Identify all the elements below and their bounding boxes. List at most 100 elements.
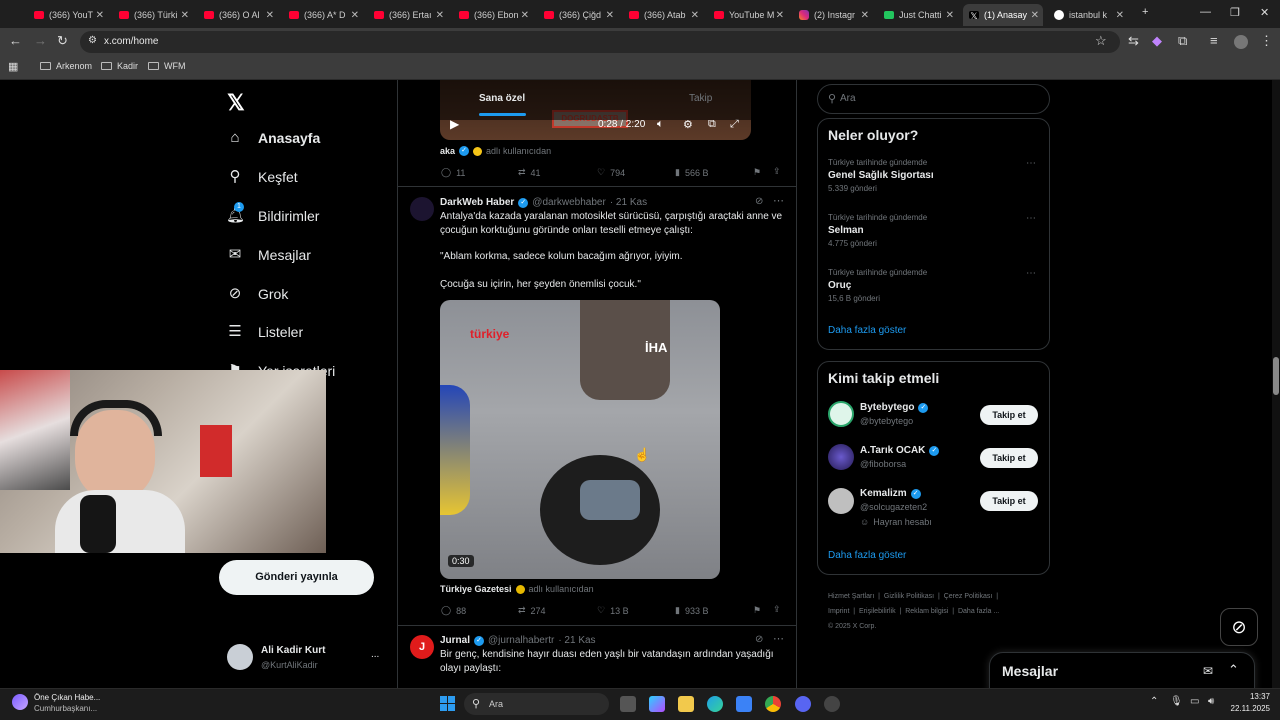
tray-overflow-icon[interactable]: ⌃ [1150,696,1158,707]
follow-name[interactable]: A.Tarık OCAK [860,445,925,456]
footer-link[interactable]: Hizmet Şartları [828,593,874,600]
apps-grid-icon[interactable]: ▦ [8,60,18,74]
sidebar-item-anasayfa[interactable]: ⌂ Anasayfa [226,129,320,147]
share-button[interactable]: ⇪ [773,604,781,615]
trend-more-icon[interactable]: ⋯ [1026,213,1036,224]
address-bar[interactable]: x.com/home [80,31,1120,53]
news-title[interactable]: Öne Çıkan Habe... [34,693,100,702]
browser-tab[interactable]: (366) O Al ✕ [198,4,278,26]
microphone-icon[interactable]: 🎙︎ [1170,696,1183,707]
follow-name[interactable]: Bytebytego [860,402,914,413]
browser-tab[interactable]: (366) Türki ✕ [113,4,193,26]
footer-link[interactable]: Imprint [828,608,849,615]
translate-icon[interactable]: ⇆ [1128,34,1139,48]
close-tab-icon[interactable]: ✕ [351,10,359,21]
bookmark-button[interactable]: ⚑ [753,605,761,616]
news-widget-icon[interactable] [12,694,28,710]
views-button[interactable]: ▮ 566 B [675,167,708,178]
views-button[interactable]: ▮ 933 B [675,605,708,616]
follow-show-more-link[interactable]: Daha fazla göster [828,550,906,561]
share-button[interactable]: ⇪ [773,166,781,177]
minimize-button[interactable]: — [1200,6,1211,18]
close-tab-icon[interactable]: ✕ [1031,10,1039,21]
clock-time[interactable]: 13:37 [1226,692,1270,701]
tweet-author-name[interactable]: DarkWeb Haber [440,197,514,208]
close-tab-icon[interactable]: ✕ [521,10,529,21]
tab-sana-ozel[interactable]: Sana özel [479,93,525,104]
x-logo-icon[interactable]: 𝕏 [227,90,245,116]
footer-link[interactable]: Erişilebilirlik [859,608,896,615]
reload-icon[interactable]: ↻ [57,34,68,48]
store-icon[interactable] [736,696,752,712]
browser-tab[interactable]: (366) Çiğd ✕ [538,4,618,26]
volume-icon[interactable]: 🔊︎ [1208,696,1214,707]
tweet-time[interactable]: · 21 Kas [610,197,647,208]
bookmark-folder-kadir[interactable]: Kadir [101,61,138,71]
task-view-icon[interactable] [620,696,636,712]
like-button[interactable]: ♡ 794 [597,167,625,178]
profile-avatar-icon[interactable] [1234,35,1248,49]
extensions-puzzle-icon[interactable]: ⧉ [1178,34,1187,48]
search-input[interactable]: ⚲ Ara [817,84,1050,114]
trend-more-icon[interactable]: ⋯ [1026,268,1036,279]
bookmark-star-icon[interactable]: ☆ [1095,34,1107,48]
account-more-button[interactable]: ... [371,649,379,660]
file-explorer-icon[interactable] [678,696,694,712]
grok-explain-icon[interactable]: ⊘ [755,196,763,207]
bookmark-button[interactable]: ⚑ [753,167,761,178]
repost-button[interactable]: ⇄ 41 [518,167,541,178]
browser-tab[interactable]: (366) A* D ✕ [283,4,363,26]
forward-icon[interactable]: → [34,34,47,48]
account-avatar[interactable] [227,644,253,670]
expand-icon[interactable]: ⌃ [1228,662,1239,678]
browser-menu-icon[interactable]: ⋮ [1260,34,1273,48]
close-tab-icon[interactable]: ✕ [776,10,784,21]
sidebar-item-grok[interactable]: ⊘ Grok [226,285,289,303]
browser-tab[interactable]: 𝕏 (1) Anasay ✕ [963,4,1043,26]
browser-tab[interactable]: (2) Instagr ✕ [793,4,873,26]
scrollbar-thumb[interactable] [1273,357,1279,395]
trend-item[interactable]: Türkiye tarihinde gündemde Oruç 15,6 B g… [828,268,927,303]
site-info-icon[interactable]: ⚙ [88,34,97,48]
footer-link[interactable]: Çerez Politikası [944,593,993,600]
tweet-more-icon[interactable]: ⋯ [773,632,784,645]
sidebar-item-kesfet[interactable]: ⚲ Keşfet [226,168,298,186]
bookmark-folder-arkenom[interactable]: Arkenom [40,61,92,71]
tweet-more-icon[interactable]: ⋯ [773,194,784,207]
tweet-avatar[interactable] [410,197,434,221]
browser-tab[interactable]: (366) Ertaı ✕ [368,4,448,26]
sidebar-item-mesajlar[interactable]: ✉ Mesajlar [226,246,311,264]
messages-drawer[interactable]: Mesajlar ✉ ⌃ [989,652,1255,688]
bookmark-folder-wfm[interactable]: WFM [148,61,186,71]
sidebar-item-listeler[interactable]: ☰ Listeler [226,323,303,341]
tweet-handle[interactable]: @darkwebhaber [532,197,606,208]
copilot-icon[interactable] [649,696,665,712]
attribution-name[interactable]: aka [440,146,455,156]
trend-item[interactable]: Türkiye tarihinde gündemde Selman 4.775 … [828,213,927,248]
maximize-button[interactable]: ❐ [1230,6,1240,19]
close-window-button[interactable]: ✕ [1260,6,1269,19]
tab-takip[interactable]: Takip [689,93,712,104]
close-tab-icon[interactable]: ✕ [1116,10,1124,21]
close-tab-icon[interactable]: ✕ [691,10,699,21]
browser-tab[interactable]: istanbul k ✕ [1048,4,1128,26]
trend-item[interactable]: Türkiye tarihinde gündemde Genel Sağlık … [828,158,934,193]
follow-button[interactable]: Takip et [980,448,1038,468]
tweet-time[interactable]: · 21 Kas [558,635,595,646]
taskbar-search-input[interactable]: ⚲ Ara [464,693,609,715]
footer-link[interactable]: Gizlilik Politikası [884,593,934,600]
edge-icon[interactable] [707,696,723,712]
video-player-2[interactable]: türkiye İHA 0:30 [440,300,720,579]
windows-start-icon[interactable] [440,696,455,711]
footer-link[interactable]: Daha fazla ... [958,608,999,615]
tweet-handle[interactable]: @jurnalhabertr [488,635,554,646]
grok-float-button[interactable]: ⊘ [1220,608,1258,646]
grok-explain-icon[interactable]: ⊘ [755,634,763,645]
tweet-avatar[interactable]: J [410,635,434,659]
reply-button[interactable]: ◯ 11 [441,167,465,178]
follow-button[interactable]: Takip et [980,405,1038,425]
reply-button[interactable]: ◯ 88 [441,605,466,616]
tweet-author-name[interactable]: Jurnal [440,635,470,646]
network-icon[interactable]: ▭ [1190,696,1199,707]
back-icon[interactable]: ← [9,34,22,48]
